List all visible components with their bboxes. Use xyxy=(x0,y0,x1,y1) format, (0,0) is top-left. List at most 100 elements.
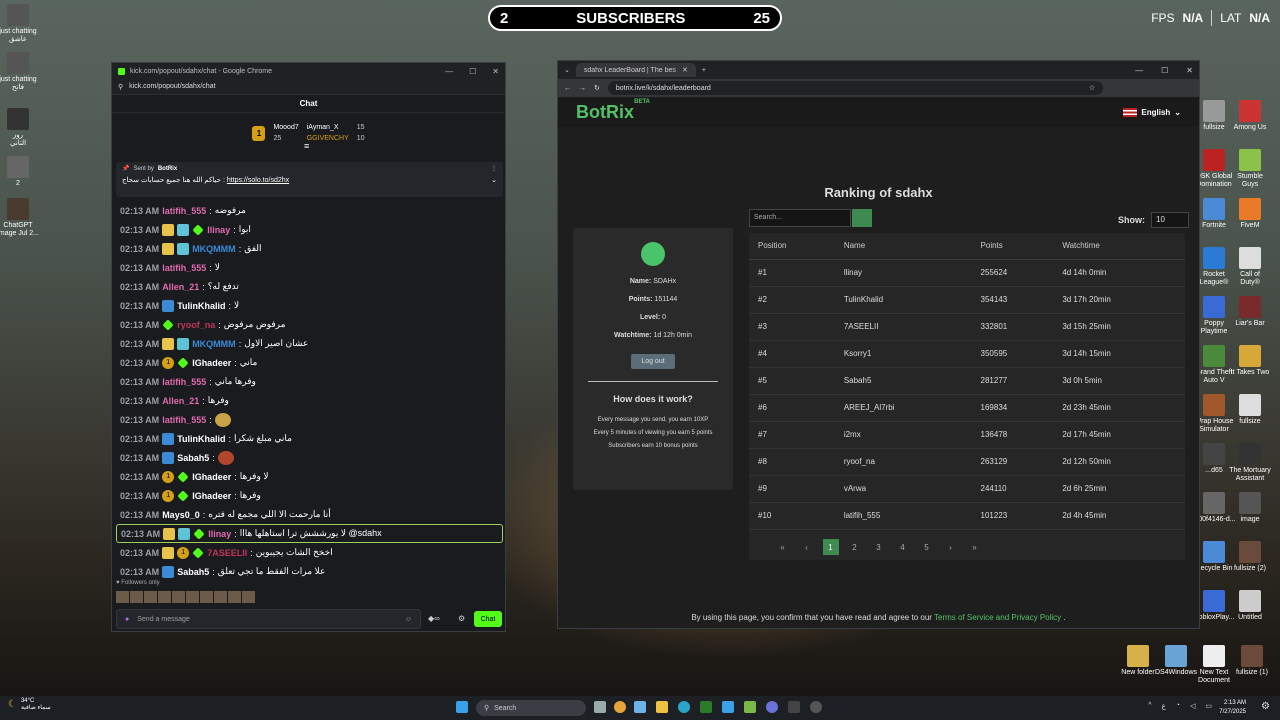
desktop-icon[interactable]: Stumble Guys xyxy=(1220,149,1280,189)
tab-menu-icon[interactable]: ⌄ xyxy=(564,66,570,74)
message-username[interactable]: IGhadeer xyxy=(192,472,231,482)
chat-message[interactable]: 02:13 AM latifih_555: xyxy=(116,410,503,429)
back-icon[interactable]: ← xyxy=(564,85,571,92)
close-icon[interactable]: ✕ xyxy=(492,67,499,76)
gifter-name[interactable]: GGIVENCHY xyxy=(307,133,349,144)
desktop-icon[interactable]: ChatGPT Image Jul 2... xyxy=(0,198,48,238)
app-icon[interactable] xyxy=(744,701,756,713)
chat-message[interactable]: 02:13 AM Allen_21: وفرها xyxy=(116,391,503,410)
message-username[interactable]: IGhadeer xyxy=(192,358,231,368)
green-badge-icon[interactable] xyxy=(192,223,204,236)
language-indicator[interactable]: ع xyxy=(1162,702,1166,710)
discord-icon[interactable] xyxy=(766,701,778,713)
message-username[interactable]: llinay xyxy=(208,529,231,539)
chat-message[interactable]: 02:13 AM MKQMMM: الفق xyxy=(116,239,503,258)
prev-page-icon[interactable]: ‹ xyxy=(799,539,815,555)
emote[interactable] xyxy=(172,591,185,603)
message-username[interactable]: latifih_555 xyxy=(162,377,206,387)
green-badge-icon[interactable] xyxy=(193,527,205,540)
logout-button[interactable]: Log out xyxy=(631,354,675,369)
page-button[interactable]: 5 xyxy=(919,539,935,555)
settings-icon[interactable]: ⚙ xyxy=(1261,701,1270,712)
site-info-icon[interactable]: ⚲ xyxy=(118,83,123,91)
settings-icon[interactable]: ⚙ xyxy=(458,614,465,623)
message-username[interactable]: Mays0_0 xyxy=(162,510,200,520)
chat-titlebar[interactable]: kick.com/popout/sdahx/chat - Google Chro… xyxy=(112,63,505,79)
chat-message[interactable]: 02:13 AM ryoof_na: مرفوض مرفوض xyxy=(116,315,503,334)
crown-badge-icon[interactable] xyxy=(162,337,175,350)
chat-message[interactable]: 02:13 AM 1 7ASEELII: اخخخ الشات يجيبوين xyxy=(116,543,503,562)
chat-message[interactable]: 02:13 AM TulinKhalid: لا xyxy=(116,296,503,315)
message-username[interactable]: TulinKhalid xyxy=(177,434,225,444)
blue-badge-icon[interactable] xyxy=(162,299,175,312)
task-view-icon[interactable] xyxy=(594,701,606,713)
crown-badge-icon[interactable] xyxy=(162,223,175,236)
page-button[interactable]: 4 xyxy=(895,539,911,555)
chat-message[interactable]: 02:13 AM 1 IGhadeer: وفرها xyxy=(116,486,503,505)
blue-badge-icon[interactable] xyxy=(162,565,175,578)
mic-icon[interactable]: ● xyxy=(125,616,129,623)
message-username[interactable]: latifih_555 xyxy=(162,263,206,273)
url-bar[interactable]: ⚲ kick.com/popout/sdahx/chat xyxy=(112,79,505,95)
emote[interactable] xyxy=(200,591,213,603)
forward-icon[interactable]: → xyxy=(579,85,586,92)
maximize-icon[interactable]: ☐ xyxy=(469,67,476,76)
one-badge-icon[interactable]: 1 xyxy=(162,356,175,369)
col-watchtime[interactable]: Watchtime xyxy=(1053,233,1185,260)
search-input[interactable]: Search... xyxy=(749,209,851,227)
bookmark-star-icon[interactable]: ☆ xyxy=(1089,84,1095,92)
blue-badge-icon[interactable] xyxy=(162,451,175,464)
chat-message[interactable]: 02:13 AM Mays0_0: أنا مارحمت الا اللي مجمع… xyxy=(116,505,503,524)
bot-name[interactable]: BotRix xyxy=(158,166,177,172)
one-badge-icon[interactable]: 1 xyxy=(177,546,190,559)
search-button[interactable] xyxy=(852,209,872,227)
crown-badge-icon[interactable] xyxy=(162,242,175,255)
message-username[interactable]: llinay xyxy=(207,225,230,235)
botrix-logo[interactable]: BotRix BETA xyxy=(576,99,650,123)
chat-message[interactable]: 02:13 AM llinay: لا يورششش ترا استاهلها ها… xyxy=(116,524,503,543)
green-badge-icon[interactable] xyxy=(162,318,174,331)
volume-icon[interactable]: ◁ xyxy=(1190,702,1195,710)
last-page-icon[interactable]: » xyxy=(967,539,983,555)
maximize-icon[interactable]: ☐ xyxy=(1161,66,1168,75)
chat-message[interactable]: 02:13 AM latifih_555: مرفوضه xyxy=(116,201,503,220)
language-selector[interactable]: English ⌄ xyxy=(1123,107,1181,117)
emoji-icon[interactable]: ☺ xyxy=(405,616,412,623)
desktop-icon[interactable]: The Mortuary Assistant xyxy=(1220,443,1280,483)
desktop-icon[interactable]: Liar's Bar xyxy=(1220,296,1280,328)
message-username[interactable]: 7ASEELII xyxy=(207,548,247,558)
desktop-icon[interactable]: just chatting فاتح xyxy=(0,52,48,92)
top-gifter-name[interactable]: Moood7 xyxy=(273,122,298,133)
gifter-name[interactable]: iAyman_X xyxy=(307,122,349,133)
desktop-icon[interactable]: fullsize (1) xyxy=(1222,645,1280,677)
page-button[interactable]: 1 xyxy=(822,539,839,555)
page-button[interactable]: 3 xyxy=(871,539,887,555)
col-position[interactable]: Position xyxy=(749,233,835,260)
next-page-icon[interactable]: › xyxy=(943,539,959,555)
desktop-icon[interactable]: image xyxy=(1220,492,1280,524)
message-username[interactable]: Allen_21 xyxy=(162,282,199,292)
chat-send-button[interactable]: Chat xyxy=(474,611,502,627)
emote[interactable] xyxy=(158,591,171,603)
green-badge-icon[interactable] xyxy=(192,546,204,559)
reload-icon[interactable]: ↻ xyxy=(594,84,600,92)
gift-badge-icon[interactable] xyxy=(177,337,190,350)
desktop-icon[interactable]: Among Us xyxy=(1220,100,1280,132)
crown-badge-icon[interactable] xyxy=(162,546,175,559)
green-badge-icon[interactable] xyxy=(177,356,189,369)
minimize-icon[interactable]: — xyxy=(1135,66,1143,75)
chrome-icon[interactable] xyxy=(614,701,626,713)
chat-message[interactable]: 02:13 AM MKQMMM: عشان اصير الاول xyxy=(116,334,503,353)
xbox-icon[interactable] xyxy=(700,701,712,713)
desktop-icon[interactable]: Call of Duty® xyxy=(1220,247,1280,287)
emote[interactable] xyxy=(144,591,157,603)
desktop-icon[interactable]: 2 xyxy=(0,156,48,188)
message-username[interactable]: MKQMMM xyxy=(192,339,236,349)
weather-widget[interactable]: ☾ 34°C سماء صافية xyxy=(8,698,51,711)
chat-message[interactable]: 02:13 AM TulinKhalid: ماني مبلغ شكرا xyxy=(116,429,503,448)
desktop-icon[interactable]: fullsize xyxy=(1220,394,1280,426)
message-username[interactable]: Sabah5 xyxy=(177,453,209,463)
emote[interactable] xyxy=(214,591,227,603)
pinned-link[interactable]: https://solo.to/sd2hx xyxy=(227,177,289,184)
chat-message[interactable]: 02:13 AM Allen_21: تدفع له؟ xyxy=(116,277,503,296)
